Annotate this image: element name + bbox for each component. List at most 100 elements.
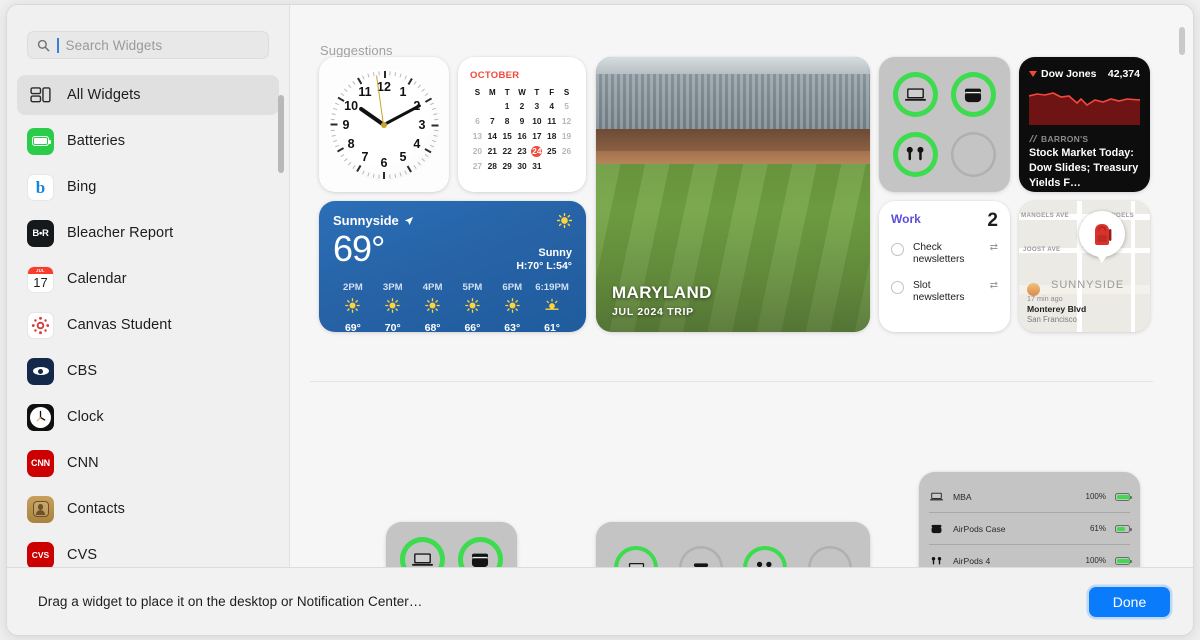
widget-batteries-row[interactable]: [596, 522, 870, 569]
calendar-day[interactable]: 12: [559, 116, 574, 127]
calendar-day[interactable]: 29: [500, 161, 515, 172]
clock-tick: [340, 92, 345, 96]
sidebar-item-all-widgets[interactable]: All Widgets: [17, 75, 279, 115]
widget-calendar[interactable]: OCTOBER S M T W T F S 1 2 3 4 5 6 7 8 9 10 11 12 13 14 15 16 17…: [458, 57, 586, 192]
reminder-checkbox[interactable]: [891, 243, 904, 256]
calendar-day[interactable]: 16: [515, 131, 530, 142]
sidebar-item-cvs[interactable]: CVS CVS: [17, 535, 279, 569]
sidebar-scrollbar[interactable]: [278, 95, 284, 173]
canvas-student-app-icon: [27, 311, 54, 339]
calendar-day[interactable]: 15: [500, 131, 515, 142]
calendar-dow: W: [518, 88, 526, 97]
clock-tick: [417, 84, 422, 88]
calendar-day[interactable]: 13: [470, 131, 485, 142]
calendar-day[interactable]: 6: [470, 116, 485, 127]
footer-bar: Drag a widget to place it on the desktop…: [7, 567, 1193, 635]
clock-tick: [434, 129, 439, 131]
calendar-day[interactable]: 14: [485, 131, 500, 142]
calendar-day[interactable]: 31: [529, 161, 544, 172]
calendar-day[interactable]: 9: [515, 116, 530, 127]
widget-find-my[interactable]: MANGELS AVE MANGELS JOOST AVE SUNNYSIDE …: [1019, 201, 1150, 332]
battery-device-name: AirPods 4: [953, 555, 991, 566]
clock-tick: [367, 72, 370, 78]
clock-tick: [424, 147, 432, 153]
weather-hour-column: 6PM 63°: [492, 282, 532, 332]
clock-number: 5: [399, 150, 407, 165]
map-timestamp: 17 min ago: [1027, 294, 1063, 303]
laptop-icon: [412, 553, 434, 567]
airpods-case-icon: [965, 88, 982, 103]
clock-tick: [399, 72, 402, 78]
calendar-day[interactable]: 23: [515, 146, 530, 157]
widget-battery-list[interactable]: MBA 100% AirPods Case 61% AirPods 4 100%: [919, 472, 1140, 569]
calendar-day[interactable]: 10: [529, 116, 544, 127]
sidebar-item-batteries[interactable]: Batteries: [17, 121, 279, 161]
calendar-day[interactable]: 5: [559, 101, 574, 112]
done-button[interactable]: Done: [1089, 586, 1170, 617]
calendar-day[interactable]: 18: [544, 131, 559, 142]
widget-stocks[interactable]: Dow Jones 42,374 BARRON'S Stock Market T…: [1019, 57, 1150, 192]
weather-hour-time: 2PM: [343, 282, 363, 293]
clock-tick: [347, 161, 352, 165]
reminder-item[interactable]: Slot newsletters ⇄: [891, 280, 998, 305]
footer-hint: Drag a widget to place it on the desktop…: [38, 594, 423, 609]
sidebar-item-bleacher-report[interactable]: B•R Bleacher Report: [17, 213, 279, 253]
sidebar-item-label: CVS: [67, 547, 98, 563]
reminders-list-name: Work: [891, 212, 921, 226]
weather-high-low: H:70° L:54°: [516, 260, 572, 272]
clock-tick: [424, 153, 429, 157]
clock-tick: [389, 70, 391, 75]
sidebar-item-cnn[interactable]: CNN CNN: [17, 443, 279, 483]
calendar-dow: T: [534, 88, 540, 97]
calendar-day[interactable]: 7: [485, 116, 500, 127]
clock-tick: [352, 80, 356, 85]
clock-tick: [421, 87, 425, 92]
calendar-day[interactable]: 26: [559, 146, 574, 157]
calendar-day[interactable]: 20: [470, 146, 485, 157]
calendar-day[interactable]: 24: [531, 146, 543, 157]
calendar-day[interactable]: 17: [529, 131, 544, 142]
widget-photos[interactable]: MARYLAND JUL 2024 TRIP: [596, 57, 870, 332]
sidebar-item-clock[interactable]: Clock: [17, 397, 279, 437]
calendar-day[interactable]: 8: [500, 116, 515, 127]
calendar-day[interactable]: 4: [544, 101, 559, 112]
main-scrollbar[interactable]: [1179, 27, 1185, 55]
airpods-case-icon: [929, 523, 944, 534]
reminder-checkbox[interactable]: [891, 280, 904, 294]
calendar-day[interactable]: 30: [515, 161, 530, 172]
sidebar-item-calendar[interactable]: JUL 17 Calendar: [17, 259, 279, 299]
clock-number: 6: [380, 155, 388, 170]
calendar-day[interactable]: 19: [559, 131, 574, 142]
calendar-day[interactable]: 27: [470, 161, 485, 172]
weather-hour-temp: 63°: [504, 322, 521, 332]
widget-batteries-grid-2[interactable]: [386, 522, 517, 569]
cbs-app-icon: [27, 357, 54, 385]
clock-tick: [344, 157, 348, 162]
weather-hour-temp: 66°: [464, 322, 481, 332]
calendar-day[interactable]: 3: [529, 101, 544, 112]
calendar-day[interactable]: 28: [485, 161, 500, 172]
sidebar-item-bing[interactable]: b Bing: [17, 167, 279, 207]
widget-clock[interactable]: 121234567891011: [319, 57, 449, 192]
calendar-day[interactable]: 25: [544, 146, 559, 157]
battery-device-name: AirPods Case: [953, 523, 1006, 534]
clock-tick: [372, 71, 375, 76]
map-road: [1131, 201, 1135, 332]
reminder-item[interactable]: Check newsletters ⇄: [891, 242, 998, 267]
calendar-day[interactable]: 21: [485, 146, 500, 157]
calendar-day[interactable]: 22: [500, 146, 515, 157]
sidebar-item-cbs[interactable]: CBS: [17, 351, 279, 391]
calendar-day[interactable]: 11: [544, 116, 559, 127]
sidebar-item-canvas-student[interactable]: Canvas Student: [17, 305, 279, 345]
cvs-app-icon: CVS: [27, 541, 54, 569]
widget-weather[interactable]: Sunnyside 69° Sunny H:70° L:54° 2PM 69° …: [319, 201, 586, 332]
location-arrow-icon: [404, 216, 413, 225]
widget-reminders[interactable]: Work 2 Check newsletters ⇄ Slot newslett…: [879, 201, 1010, 332]
calendar-month: OCTOBER: [470, 70, 520, 81]
map-item-pin[interactable]: [1079, 211, 1125, 263]
sidebar-item-contacts[interactable]: Contacts: [17, 489, 279, 529]
search-input[interactable]: Search Widgets: [27, 31, 269, 59]
widget-batteries-grid[interactable]: [879, 57, 1010, 192]
calendar-day[interactable]: 2: [515, 101, 530, 112]
calendar-day[interactable]: 1: [500, 101, 515, 112]
